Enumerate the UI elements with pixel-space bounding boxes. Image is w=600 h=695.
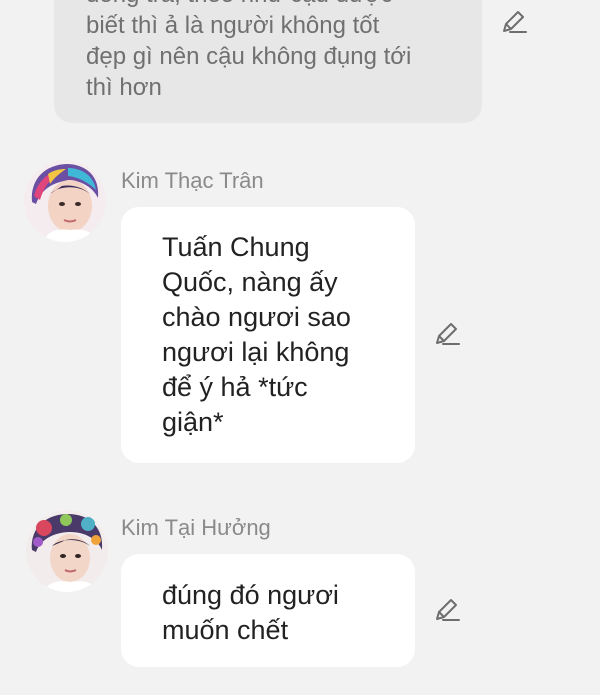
sender-name: Kim Thạc Trân xyxy=(121,168,264,193)
pencil-edit-icon[interactable] xyxy=(498,7,528,37)
message-line: để ý hả *tức xyxy=(162,372,308,402)
message-line: giận* xyxy=(162,407,224,437)
message-bubble[interactable]: Tuấn Chung Quốc, nàng ấy chào ngươi sao … xyxy=(121,207,415,463)
message-line: đẹp gì nên cậu không đụng tới xyxy=(86,43,412,70)
sender-name: Kim Tại Hưởng xyxy=(121,515,271,540)
message-line: biết thì ả là người không tốt xyxy=(86,12,380,39)
message-line: đóng trả, theo như cậu được xyxy=(86,0,466,10)
message-line: thì hơn xyxy=(86,74,162,101)
message-bubble[interactable]: đúng đó ngươi muốn chết xyxy=(121,554,415,667)
message-text: đúng đó ngươi muốn chết xyxy=(162,578,339,648)
message-line: chào ngươi sao xyxy=(162,302,351,332)
message-line: Tuấn Chung xyxy=(162,232,310,262)
message-text: đóng trả, theo như cậu được biết thì ả l… xyxy=(86,0,466,103)
avatar[interactable] xyxy=(26,510,108,592)
message-bubble-own[interactable]: đóng trả, theo như cậu được biết thì ả l… xyxy=(54,0,482,123)
message-line: Quốc, nàng ấy xyxy=(162,267,338,297)
pencil-edit-icon[interactable] xyxy=(431,595,461,625)
pencil-edit-icon[interactable] xyxy=(431,319,461,349)
message-line: muốn chết xyxy=(162,615,289,645)
avatar[interactable] xyxy=(24,160,106,242)
message-line: ngươi lại không xyxy=(162,337,350,367)
message-text: Tuấn Chung Quốc, nàng ấy chào ngươi sao … xyxy=(162,230,351,440)
message-line: đúng đó ngươi xyxy=(162,580,339,610)
